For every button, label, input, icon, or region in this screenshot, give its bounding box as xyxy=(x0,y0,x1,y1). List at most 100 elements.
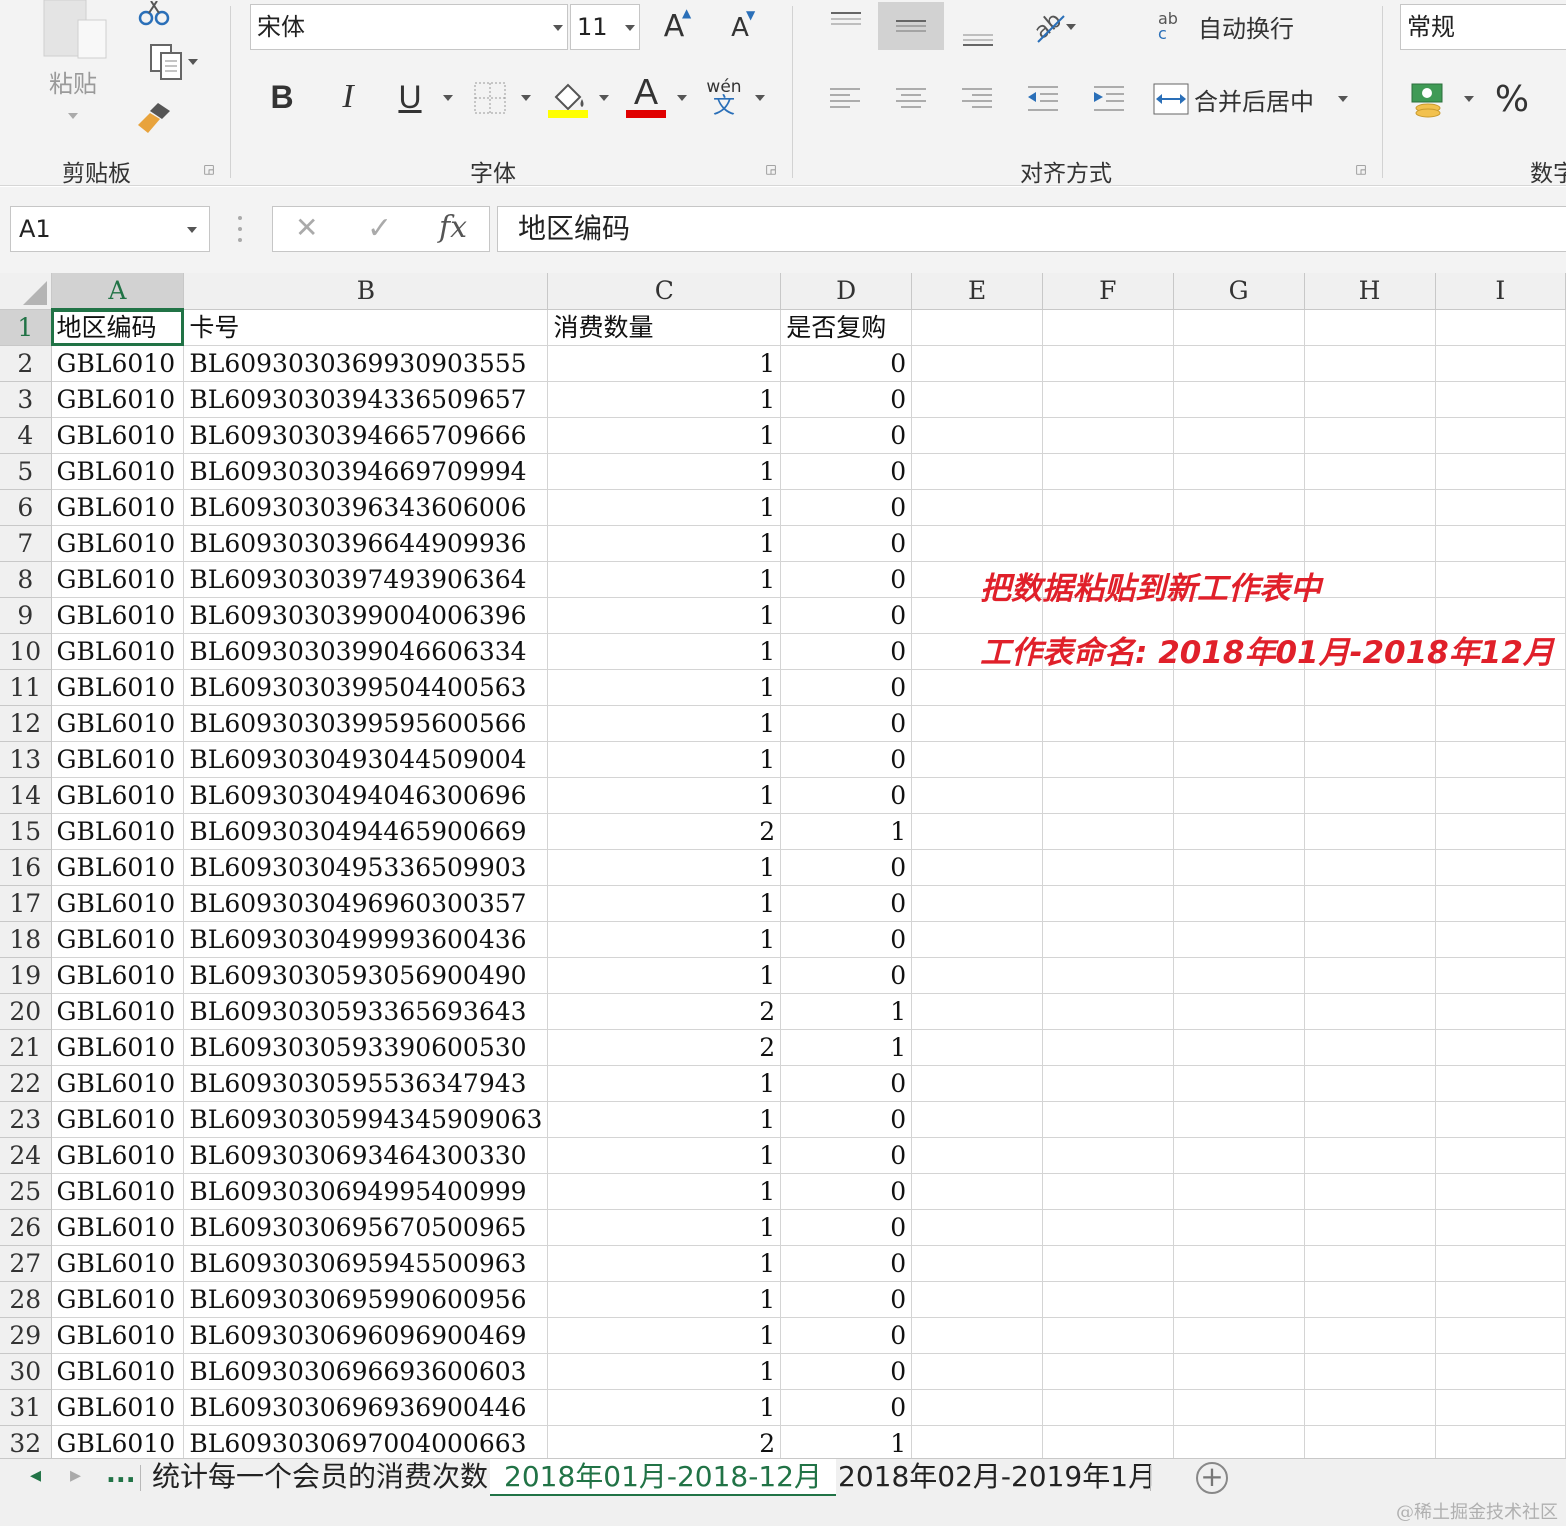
cell[interactable] xyxy=(1435,561,1566,598)
cell[interactable] xyxy=(911,885,1043,922)
cell[interactable]: GBL6010 xyxy=(51,741,185,778)
cell[interactable]: 0 xyxy=(780,1389,913,1426)
font-size-select[interactable]: 11 xyxy=(570,4,640,50)
cell[interactable] xyxy=(1173,1173,1305,1210)
cell[interactable] xyxy=(1042,1029,1174,1066)
cell[interactable] xyxy=(1042,885,1174,922)
align-middle-button[interactable] xyxy=(878,2,944,50)
cell[interactable] xyxy=(1435,1353,1566,1390)
column-header-a[interactable]: A xyxy=(51,273,185,310)
cell[interactable] xyxy=(1435,1389,1566,1426)
cell[interactable] xyxy=(1304,1281,1436,1318)
cell[interactable]: 0 xyxy=(780,705,913,742)
row-header[interactable]: 3 xyxy=(0,381,52,418)
cell[interactable] xyxy=(1042,705,1174,742)
cell[interactable]: GBL6010 xyxy=(51,1281,185,1318)
cell[interactable]: 0 xyxy=(780,885,913,922)
cell[interactable] xyxy=(1435,489,1566,526)
cell[interactable]: BL6093030696936900446 xyxy=(183,1389,549,1426)
cell[interactable]: GBL6010 xyxy=(51,1101,185,1138)
cell[interactable] xyxy=(1435,381,1566,418)
cell[interactable]: BL6093030495336509903 xyxy=(183,849,549,886)
cell[interactable] xyxy=(911,1065,1043,1102)
cell[interactable] xyxy=(911,489,1043,526)
cell[interactable] xyxy=(911,1137,1043,1174)
cell[interactable]: GBL6010 xyxy=(51,957,185,994)
cell[interactable]: GBL6010 xyxy=(51,1029,185,1066)
cell[interactable] xyxy=(911,1209,1043,1246)
cell[interactable] xyxy=(1042,957,1174,994)
cell[interactable]: 1 xyxy=(547,1353,782,1390)
cell[interactable]: GBL6010 xyxy=(51,1173,185,1210)
row-header[interactable]: 31 xyxy=(0,1389,52,1426)
cell[interactable] xyxy=(1435,921,1566,958)
cell[interactable] xyxy=(1304,381,1436,418)
cell[interactable]: BL6093030697004000663 xyxy=(183,1425,549,1459)
cell[interactable] xyxy=(1173,777,1305,814)
row-header[interactable]: 16 xyxy=(0,849,52,886)
cell[interactable]: BL6093030399046606334 xyxy=(183,633,549,670)
cell[interactable]: GBL6010 xyxy=(51,993,185,1030)
cell[interactable] xyxy=(1173,381,1305,418)
cell[interactable]: GBL6010 xyxy=(51,1209,185,1246)
cell[interactable]: 1 xyxy=(547,777,782,814)
formula-bar-grip-icon[interactable] xyxy=(236,216,244,242)
column-header-d[interactable]: D xyxy=(780,273,913,310)
cell[interactable] xyxy=(1435,345,1566,382)
cell[interactable] xyxy=(1304,705,1436,742)
cell[interactable]: 1 xyxy=(547,489,782,526)
sheet-tab-member-stats[interactable]: 统计每一个会员的消费次数 xyxy=(138,1459,502,1497)
row-header[interactable]: 10 xyxy=(0,633,52,670)
cell[interactable] xyxy=(911,345,1043,382)
cell[interactable] xyxy=(1173,1065,1305,1102)
cell[interactable] xyxy=(1042,1425,1174,1459)
cell[interactable]: BL6093030396644909936 xyxy=(183,525,549,562)
row-header[interactable]: 29 xyxy=(0,1317,52,1354)
cell[interactable] xyxy=(1435,1173,1566,1210)
row-header[interactable]: 17 xyxy=(0,885,52,922)
cell[interactable] xyxy=(1304,1209,1436,1246)
cell[interactable] xyxy=(1042,777,1174,814)
cell[interactable] xyxy=(1304,669,1436,706)
cell[interactable]: BL6093030494465900669 xyxy=(183,813,549,850)
row-header[interactable]: 20 xyxy=(0,993,52,1030)
cell[interactable]: 0 xyxy=(780,849,913,886)
cell[interactable]: BL6093030593056900490 xyxy=(183,957,549,994)
cut-button[interactable] xyxy=(134,0,174,28)
cell[interactable]: GBL6010 xyxy=(51,1245,185,1282)
cell[interactable] xyxy=(1173,525,1305,562)
cell[interactable]: BL6093030399504400563 xyxy=(183,669,549,706)
phonetic-button[interactable]: wén 文 xyxy=(702,76,746,120)
cell[interactable] xyxy=(1042,741,1174,778)
insert-function-icon[interactable]: fx xyxy=(439,210,467,245)
row-header[interactable]: 18 xyxy=(0,921,52,958)
cell[interactable] xyxy=(911,777,1043,814)
row-header[interactable]: 12 xyxy=(0,705,52,742)
row-header[interactable]: 23 xyxy=(0,1101,52,1138)
cell[interactable]: 1 xyxy=(547,561,782,598)
cell[interactable]: BL60930305994345909063 xyxy=(183,1101,549,1138)
cell[interactable]: 1 xyxy=(547,1065,782,1102)
cell[interactable]: BL6093030695990600956 xyxy=(183,1281,549,1318)
sheet-tab-2018-02-2019-01[interactable]: 2018年02月-2019年1月 xyxy=(824,1459,1170,1497)
orientation-button[interactable]: ab xyxy=(1022,4,1078,48)
cell[interactable]: 1 xyxy=(547,957,782,994)
row-header[interactable]: 4 xyxy=(0,417,52,454)
cell[interactable] xyxy=(911,849,1043,886)
cell[interactable] xyxy=(1435,705,1566,742)
cell[interactable] xyxy=(1435,1101,1566,1138)
cell[interactable] xyxy=(1304,741,1436,778)
cell[interactable]: GBL6010 xyxy=(51,921,185,958)
cell[interactable]: BL6093030396343606006 xyxy=(183,489,549,526)
grow-font-button[interactable]: A ▲ xyxy=(656,6,692,46)
cell[interactable]: 1 xyxy=(547,849,782,886)
cell[interactable] xyxy=(1304,561,1436,598)
cell[interactable] xyxy=(1304,489,1436,526)
cell[interactable] xyxy=(1173,1389,1305,1426)
cell[interactable]: 0 xyxy=(780,597,913,634)
percent-button[interactable]: % xyxy=(1490,76,1534,122)
row-header[interactable]: 27 xyxy=(0,1245,52,1282)
cell[interactable]: 1 xyxy=(547,705,782,742)
clipboard-launcher-icon[interactable]: ◲ xyxy=(202,162,216,176)
cell[interactable] xyxy=(911,1425,1043,1459)
